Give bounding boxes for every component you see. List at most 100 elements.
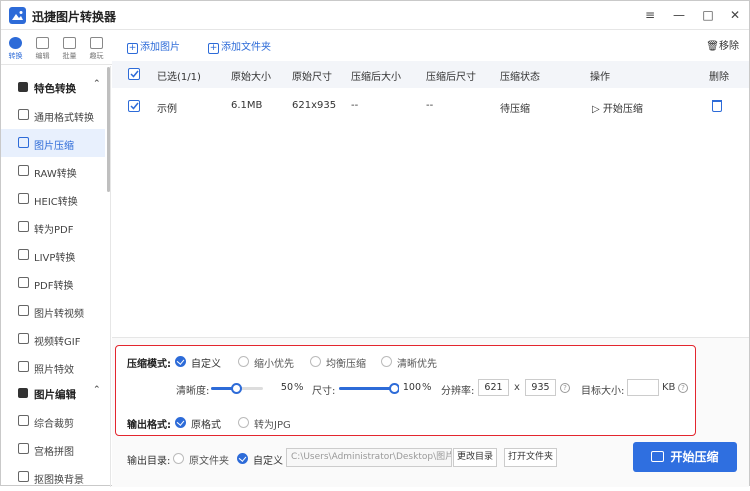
sidebar-item-crop[interactable]: 综合裁剪 <box>1 407 105 435</box>
output-original-label: 原文件夹 <box>189 456 229 467</box>
toolbar: + 添加图片 + 添加文件夹 🗑移除 <box>112 31 749 59</box>
chevron-up-icon: ⌃ <box>93 385 101 395</box>
output-radio-custom[interactable] <box>237 453 248 464</box>
edit-icon <box>36 37 49 49</box>
new-dims: -- <box>426 100 434 111</box>
sidebar-item-video-to-gif[interactable]: 视频转GIF <box>1 325 105 353</box>
size-slider[interactable] <box>339 383 400 394</box>
col-new-size: 压缩后大小 <box>351 72 401 83</box>
size-label: 尺寸: <box>312 386 336 397</box>
row-checkbox[interactable] <box>128 100 140 112</box>
clarity-slider[interactable] <box>211 383 263 394</box>
sidebar-item-grid-collage[interactable]: 宫格拼图 <box>1 435 105 463</box>
sidebar-item-raw[interactable]: RAW转换 <box>1 157 105 185</box>
tab-batch[interactable]: 批量 <box>57 33 82 63</box>
help-icon[interactable]: ? <box>560 383 570 393</box>
delete-trash-icon[interactable] <box>712 100 722 112</box>
sidebar-item-label: 抠图换背景 <box>34 475 84 486</box>
output-path-input[interactable]: C:\Users\Administrator\Desktop\图片 <box>286 448 452 467</box>
sidebar-item-general-convert[interactable]: 通用格式转换 <box>1 101 105 129</box>
sidebar-scrollbar[interactable] <box>107 67 110 192</box>
add-folder-button[interactable]: + 添加文件夹 <box>208 38 271 54</box>
percent-sign: % <box>294 382 304 393</box>
format-original-label: 原格式 <box>191 420 221 431</box>
status-text: 待压缩 <box>500 104 530 115</box>
heic-icon <box>18 193 29 204</box>
clarity-value[interactable]: 50 <box>271 380 293 397</box>
orig-size: 6.1MB <box>231 100 263 111</box>
compress-start-icon <box>651 451 665 462</box>
sidebar-item-label: 图片转视频 <box>34 309 84 320</box>
sidebar-group-image-edit[interactable]: 图片编辑 ⌃ <box>1 381 105 407</box>
clarity-knob[interactable] <box>231 383 242 394</box>
tab-convert[interactable]: 转换 <box>3 33 28 63</box>
app-title: 迅捷图片转换器 <box>32 10 117 24</box>
format-radio-original[interactable] <box>175 417 186 428</box>
sidebar-item-to-pdf[interactable]: 转为PDF <box>1 213 105 241</box>
new-size: -- <box>351 100 359 111</box>
close-button[interactable]: ✕ <box>724 5 746 25</box>
maximize-button[interactable]: □ <box>697 5 719 25</box>
pdf-icon <box>18 221 29 232</box>
remove-button[interactable]: 🗑移除 <box>706 37 739 52</box>
col-selected: 已选(1/1) <box>157 72 201 83</box>
orig-dims: 621x935 <box>292 100 337 111</box>
mode-radio-balanced[interactable] <box>310 356 321 367</box>
batch-icon <box>63 37 76 49</box>
sidebar-item-photo-effects[interactable]: 照片特效 <box>1 353 105 381</box>
play-icon: ▷ <box>592 104 603 115</box>
sidebar-item-pdf-convert[interactable]: PDF转换 <box>1 269 105 297</box>
select-all-checkbox[interactable] <box>128 68 140 80</box>
fun-icon <box>90 37 103 49</box>
percent-sign: % <box>422 382 432 393</box>
nav-tabs: 转换 编辑 批量 趣玩 <box>1 31 112 65</box>
add-image-button[interactable]: + 添加图片 <box>127 38 180 54</box>
output-radio-original[interactable] <box>173 453 184 464</box>
sidebar-item-label: PDF转换 <box>34 281 74 292</box>
col-new-dims: 压缩后尺寸 <box>426 72 476 83</box>
sidebar-item-label: LIVP转换 <box>34 253 76 264</box>
sidebar-item-label: RAW转换 <box>34 169 77 180</box>
sidebar-group-special[interactable]: 特色转换 ⌃ <box>1 75 105 101</box>
mode-radio-custom[interactable] <box>175 356 186 367</box>
clarity-label: 清晰度: <box>176 386 210 397</box>
resolution-x: x <box>514 382 520 393</box>
col-orig-dims: 原始尺寸 <box>292 72 332 83</box>
sidebar-item-label: 通用格式转换 <box>34 113 94 124</box>
add-folder-label: 添加文件夹 <box>221 42 271 53</box>
size-value[interactable]: 100 <box>399 380 421 397</box>
sidebar-item-image-compress[interactable]: 图片压缩 <box>1 129 105 157</box>
table-header: 已选(1/1) 原始大小 原始尺寸 压缩后大小 压缩后尺寸 压缩状态 操作 删除 <box>112 61 749 88</box>
target-unit: KB <box>662 382 676 393</box>
change-dir-button[interactable]: 更改目录 <box>453 448 497 467</box>
grid-icon <box>18 443 29 454</box>
mode-label: 压缩模式: <box>127 359 171 370</box>
output-custom-label: 自定义 <box>253 456 283 467</box>
tab-edit[interactable]: 编辑 <box>30 33 55 63</box>
tab-fun[interactable]: 趣玩 <box>84 33 109 63</box>
col-delete: 删除 <box>709 72 729 83</box>
col-status: 压缩状态 <box>500 72 540 83</box>
format-icon <box>18 109 29 120</box>
start-compress-link[interactable]: ▷ 开始压缩 <box>592 100 643 115</box>
sidebar-item-image-to-video[interactable]: 图片转视频 <box>1 297 105 325</box>
mode-radio-clarity[interactable] <box>381 356 392 367</box>
start-compress-button[interactable]: 开始压缩 <box>633 442 737 472</box>
sidebar-item-livp[interactable]: LIVP转换 <box>1 241 105 269</box>
target-size-input[interactable] <box>627 379 659 396</box>
mode-radio-shrink[interactable] <box>238 356 249 367</box>
resolution-width-input[interactable]: 621 <box>478 379 509 396</box>
sidebar-item-label: 照片特效 <box>34 365 74 376</box>
resolution-height-input[interactable]: 935 <box>525 379 556 396</box>
format-jpg-label: 转为JPG <box>254 420 291 431</box>
add-image-label: 添加图片 <box>140 42 180 53</box>
sidebar-item-heic[interactable]: HEIC转换 <box>1 185 105 213</box>
app-window: 迅捷图片转换器 ≡ — □ ✕ 转换 编辑 批量 趣玩 特色转换 ⌃ 通用格式转… <box>0 0 750 487</box>
help-icon[interactable]: ? <box>678 383 688 393</box>
convert-icon <box>9 37 22 49</box>
sidebar-item-cutout[interactable]: 抠图换背景 <box>1 463 105 491</box>
open-folder-button[interactable]: 打开文件夹 <box>504 448 557 467</box>
menu-icon[interactable]: ≡ <box>639 5 661 25</box>
format-radio-jpg[interactable] <box>238 417 249 428</box>
minimize-button[interactable]: — <box>668 5 690 25</box>
